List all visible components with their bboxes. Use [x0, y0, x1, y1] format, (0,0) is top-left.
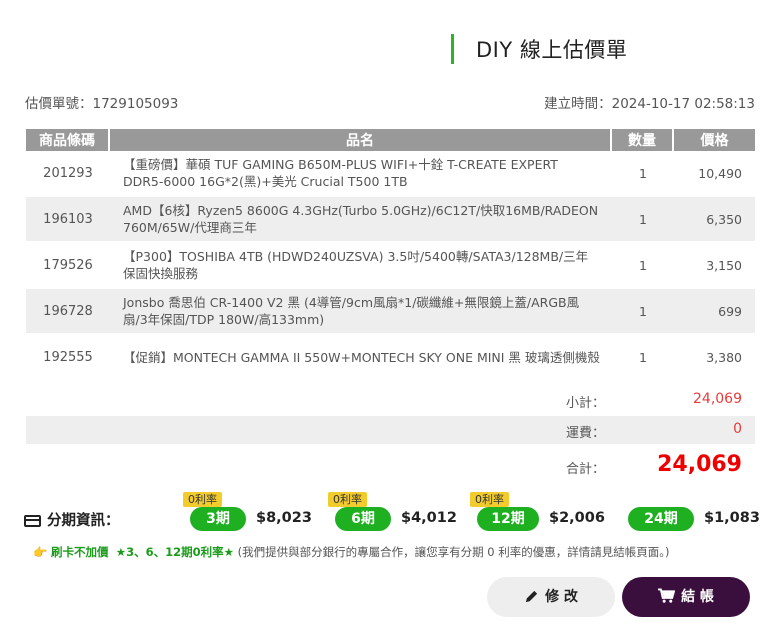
table-row: 201293 【重磅價】華碩 TUF GAMING B650M-PLUS WIF… — [26, 151, 755, 197]
row-price: 10,490 — [674, 151, 755, 197]
credit-card-icon — [24, 515, 41, 527]
row-name: 【促銷】MONTECH GAMMA II 550W+MONTECH SKY ON… — [110, 335, 612, 381]
note-detail: (我們提供與部分銀行的專屬合作，讓您享有分期 0 利率的優惠，詳情請見結帳頁面。… — [237, 545, 670, 559]
row-qty: 1 — [612, 335, 674, 381]
header-sku: 商品條碼 — [26, 129, 110, 151]
installment-amount-24: $1,083 — [704, 510, 760, 526]
total-value: 24,069 — [657, 452, 742, 477]
total-label: 合計： — [565, 462, 605, 477]
checkout-button-label: 結 帳 — [681, 589, 714, 605]
note-lead: 刷卡不加價 — [50, 545, 109, 559]
row-sku: 179526 — [26, 243, 110, 289]
header-qty: 數量 — [612, 129, 674, 151]
note-zero-interest: ★3、6、12期0利率★ — [115, 545, 234, 559]
row-sku: 196103 — [26, 197, 110, 243]
created-time: 建立時間：2024-10-17 02:58:13 — [544, 96, 755, 112]
installment-amount-6: $4,012 — [401, 510, 457, 526]
subtotal-value: 24,069 — [693, 391, 742, 407]
row-price: 699 — [674, 289, 755, 335]
installment-term-24: 24期 — [628, 507, 694, 531]
installment-term-6: 6期 — [335, 507, 391, 531]
row-name: 【P300】TOSHIBA 4TB (HDWD240UZSVA) 3.5吋/54… — [110, 243, 612, 289]
row-name: AMD【6核】Ryzen5 8600G 4.3GHz(Turbo 5.0GHz)… — [110, 197, 612, 243]
header-price: 價格 — [674, 129, 755, 151]
edit-button[interactable]: 修 改 — [487, 577, 615, 617]
zero-interest-tag: 0利率 — [183, 492, 222, 507]
installment-term-3: 3期 — [190, 507, 246, 531]
shipping-label: 運費： — [565, 426, 605, 441]
page-title-text: DIY 線上估價單 — [476, 38, 628, 62]
page-title: DIY 線上估價單 — [451, 34, 627, 64]
shipping-value: 0 — [733, 421, 742, 437]
edit-button-label: 修 改 — [545, 589, 578, 605]
pencil-icon — [525, 590, 538, 603]
checkout-button[interactable]: 結 帳 — [622, 577, 750, 617]
installment-info: 分期資訊： — [24, 509, 120, 530]
shipping-row: 運費： 0 — [26, 416, 755, 444]
installment-amount-12: $2,006 — [549, 510, 605, 526]
quote-number: 估價單號：1729105093 — [25, 96, 179, 112]
row-sku: 192555 — [26, 335, 110, 381]
header-name: 品名 — [110, 129, 612, 151]
table-row: 192555 【促銷】MONTECH GAMMA II 550W+MONTECH… — [26, 335, 755, 381]
row-qty: 1 — [612, 289, 674, 335]
zero-interest-tag: 0利率 — [328, 492, 367, 507]
installment-label: 分期資訊： — [47, 513, 120, 529]
row-price: 6,350 — [674, 197, 755, 243]
subtotal-label: 小計： — [565, 396, 605, 411]
row-qty: 1 — [612, 151, 674, 197]
row-sku: 201293 — [26, 151, 110, 197]
row-qty: 1 — [612, 243, 674, 289]
row-price: 3,380 — [674, 335, 755, 381]
row-qty: 1 — [612, 197, 674, 243]
total-row: 合計： 24,069 — [26, 452, 755, 482]
row-name: Jonsbo 喬思伯 CR-1400 V2 黑 (4導管/9cm風扇*1/碳纖維… — [110, 289, 612, 335]
row-sku: 196728 — [26, 289, 110, 335]
installment-amount-3: $8,023 — [256, 510, 312, 526]
items-table: 商品條碼 品名 數量 價格 201293 【重磅價】華碩 TUF GAMING … — [26, 129, 755, 381]
table-row: 196103 AMD【6核】Ryzen5 8600G 4.3GHz(Turbo … — [26, 197, 755, 243]
table-row: 196728 Jonsbo 喬思伯 CR-1400 V2 黑 (4導管/9cm風… — [26, 289, 755, 335]
row-price: 3,150 — [674, 243, 755, 289]
pointing-hand-icon: 👉 — [33, 545, 48, 559]
cart-icon — [658, 588, 676, 603]
subtotal-row: 小計： 24,069 — [26, 386, 755, 414]
installment-note: 👉 刷卡不加價 ★3、6、12期0利率★ (我們提供與部分銀行的專屬合作，讓您享… — [33, 544, 669, 560]
zero-interest-tag: 0利率 — [470, 492, 509, 507]
table-header-row: 商品條碼 品名 數量 價格 — [26, 129, 755, 151]
installment-term-12: 12期 — [477, 507, 539, 531]
table-row: 179526 【P300】TOSHIBA 4TB (HDWD240UZSVA) … — [26, 243, 755, 289]
row-name: 【重磅價】華碩 TUF GAMING B650M-PLUS WIFI+十銓 T-… — [110, 151, 612, 197]
